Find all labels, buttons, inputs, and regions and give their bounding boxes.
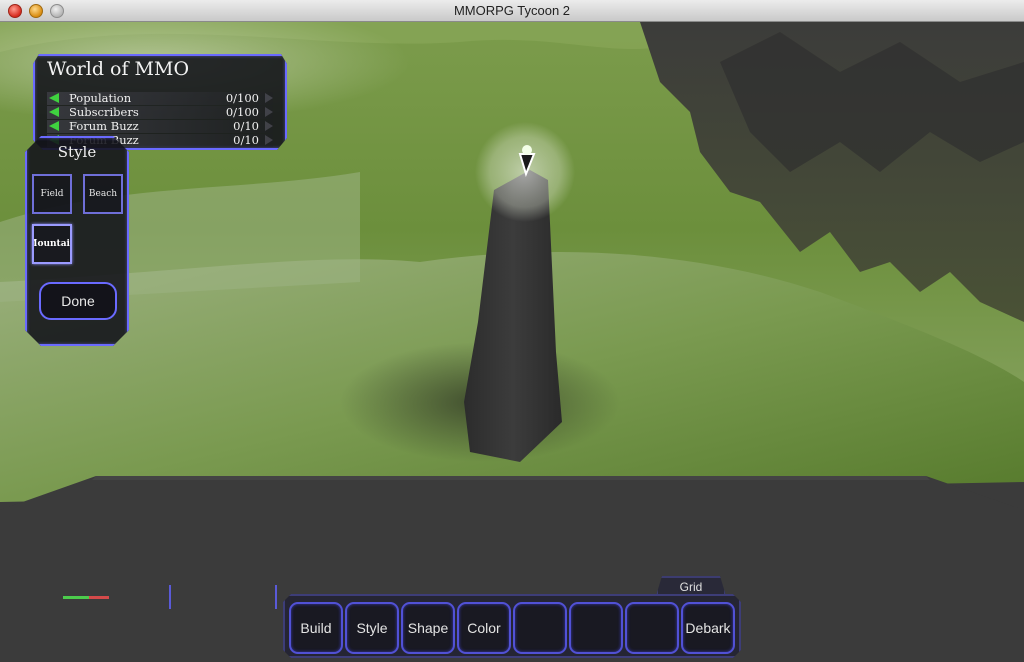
empty-slot-1[interactable] — [513, 602, 567, 654]
stat-tip-icon — [265, 121, 273, 131]
stat-tip-icon — [265, 107, 273, 117]
ruler-tick — [275, 585, 277, 609]
window-title: MMORPG Tycoon 2 — [453, 3, 571, 18]
ruler-tick — [169, 585, 171, 609]
axis-gizmo — [63, 596, 109, 599]
game-viewport[interactable]: World of MMO Population 0/100 Subscriber… — [0, 22, 1024, 662]
grid-toggle-tab[interactable]: Grid — [656, 576, 726, 596]
ground-edge — [92, 476, 930, 480]
done-button[interactable]: Done — [39, 282, 117, 320]
stat-arrow-icon — [49, 121, 59, 131]
build-button[interactable]: Build — [289, 602, 343, 654]
stat-value: 0/10 — [233, 119, 259, 133]
stat-value: 0/100 — [225, 91, 259, 105]
color-button[interactable]: Color — [457, 602, 511, 654]
stat-row-forum-buzz[interactable]: Forum Buzz 0/10 — [47, 119, 273, 133]
stat-value: 0/10 — [233, 133, 259, 147]
style-option-beach[interactable]: Beach — [83, 174, 123, 214]
action-toolbar: Build Style Shape Color Debark — [283, 594, 741, 658]
stat-value: 0/100 — [225, 105, 259, 119]
stat-tip-icon — [265, 93, 273, 103]
shape-button[interactable]: Shape — [401, 602, 455, 654]
world-name: World of MMO — [47, 58, 190, 80]
stat-label: Forum Buzz — [69, 119, 139, 133]
window-title-bar: MMORPG Tycoon 2 — [0, 0, 1024, 22]
empty-slot-2[interactable] — [569, 602, 623, 654]
cursor-highlight — [522, 145, 532, 155]
stat-arrow-icon — [49, 107, 59, 117]
stat-label: Subscribers — [69, 105, 139, 119]
style-panel-title: Style — [57, 143, 97, 161]
style-option-mountain[interactable]: Mountain — [32, 224, 72, 264]
stat-row-subscribers[interactable]: Subscribers 0/100 — [47, 105, 273, 119]
stat-row-population[interactable]: Population 0/100 — [47, 91, 273, 105]
debark-button[interactable]: Debark — [681, 602, 735, 654]
stat-tip-icon — [265, 135, 273, 145]
style-panel: Style Field Beach Mountain Done — [25, 136, 129, 346]
stat-arrow-icon — [49, 93, 59, 103]
style-option-field[interactable]: Field — [32, 174, 72, 214]
empty-slot-3[interactable] — [625, 602, 679, 654]
style-button[interactable]: Style — [345, 602, 399, 654]
stat-label: Population — [69, 91, 132, 105]
world-stats-panel: World of MMO Population 0/100 Subscriber… — [33, 54, 287, 150]
